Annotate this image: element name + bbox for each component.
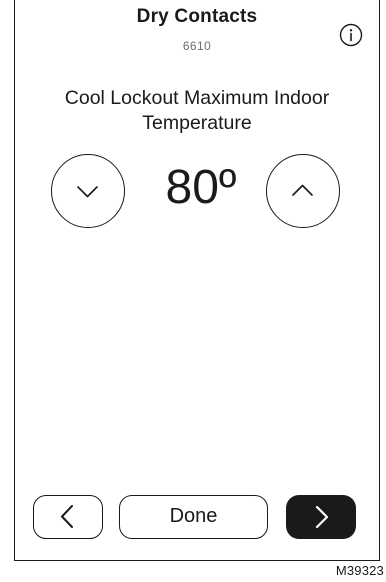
chevron-down-icon bbox=[77, 186, 98, 198]
chevron-left-icon bbox=[61, 505, 73, 528]
next-button[interactable] bbox=[286, 495, 356, 539]
figure-code: M39323 bbox=[335, 563, 384, 578]
info-icon bbox=[339, 23, 363, 47]
info-button[interactable] bbox=[339, 23, 363, 47]
setting-label: Cool Lockout Maximum Indoor Temperature bbox=[64, 87, 330, 134]
chevron-up-icon bbox=[292, 184, 313, 196]
thermostat-screen: Dry Contacts 6610 Cool Lockout Maximum I… bbox=[14, 0, 380, 561]
done-button[interactable]: Done bbox=[119, 495, 268, 539]
page-title: Dry Contacts bbox=[136, 6, 258, 27]
temperature-value: 80º bbox=[165, 161, 237, 214]
decrease-button[interactable] bbox=[51, 154, 125, 228]
increase-button[interactable] bbox=[266, 154, 340, 228]
chevron-right-icon bbox=[315, 505, 329, 529]
page: Dry Contacts 6610 Cool Lockout Maximum I… bbox=[0, 0, 386, 582]
back-button[interactable] bbox=[33, 495, 103, 539]
setting-code: 6610 bbox=[182, 39, 212, 53]
